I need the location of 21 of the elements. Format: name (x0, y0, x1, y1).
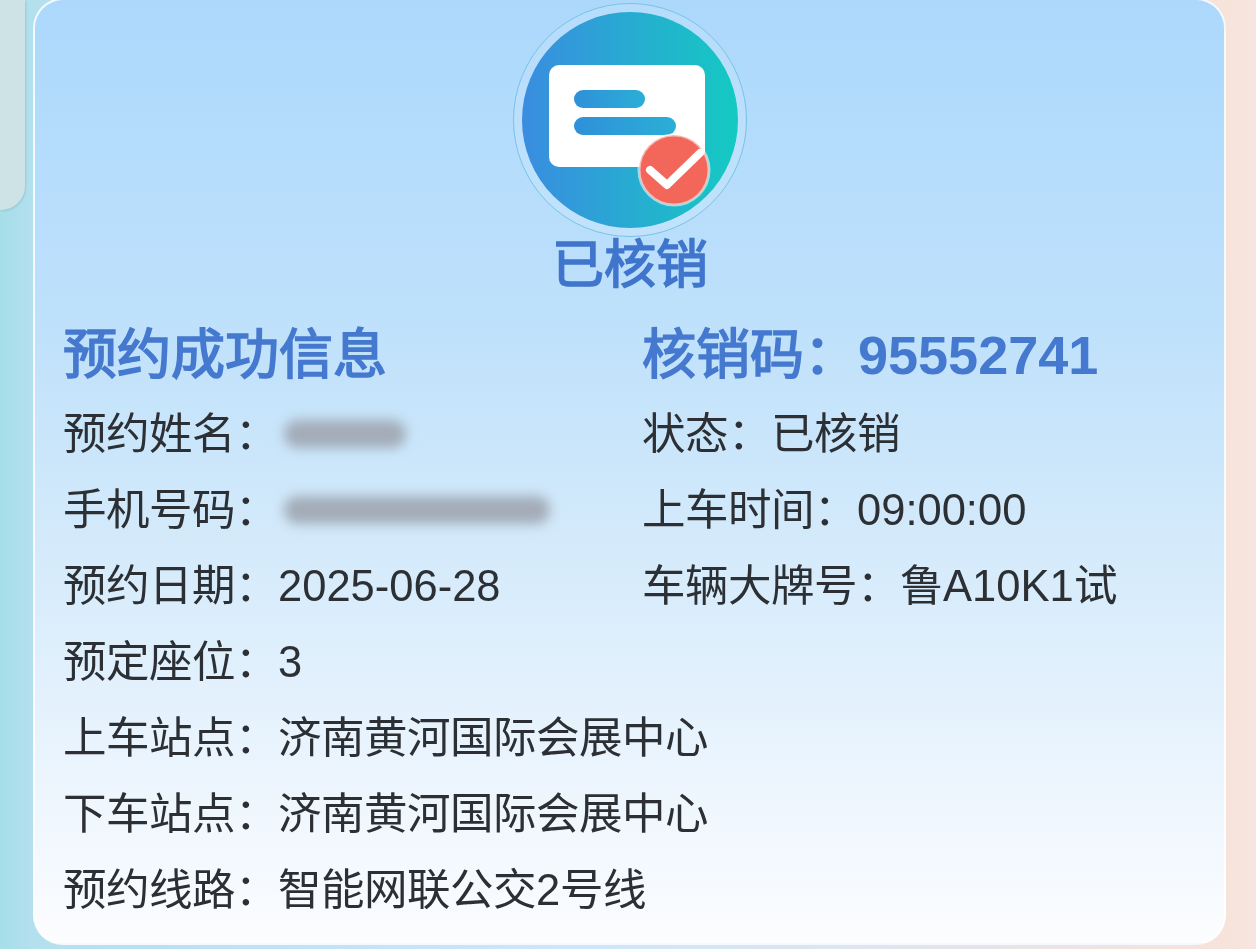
field-value: 智能网联公交2号线 (278, 865, 647, 915)
field-label: 上车站点： (63, 713, 278, 763)
verification-code: 核销码：95552741 (642, 325, 1099, 385)
field-value: 2025-06-28 (278, 561, 501, 611)
field-value: 鲁A10K1试 (900, 561, 1117, 611)
field-label: 预约姓名： (63, 409, 278, 459)
field-value: 09:00:00 (857, 485, 1027, 535)
field-value: 已核销 (771, 409, 900, 459)
field-value: 济南黄河国际会展中心 (278, 713, 708, 763)
field-value: 济南黄河国际会展中心 (278, 789, 708, 839)
field-label: 手机号码： (63, 485, 278, 535)
status-title: 已核销 (551, 239, 708, 291)
field-label: 上车时间： (642, 485, 857, 535)
field-label: 预约日期： (63, 561, 278, 611)
field-label: 预定座位： (63, 637, 278, 687)
field-label: 下车站点： (63, 789, 278, 839)
field-label: 预约线路： (63, 865, 278, 915)
info-heading: 预约成功信息 (63, 325, 387, 385)
field-value: 3 (278, 637, 303, 687)
field-label: 车辆大牌号： (642, 561, 900, 611)
field-label: 状态： (642, 409, 771, 459)
